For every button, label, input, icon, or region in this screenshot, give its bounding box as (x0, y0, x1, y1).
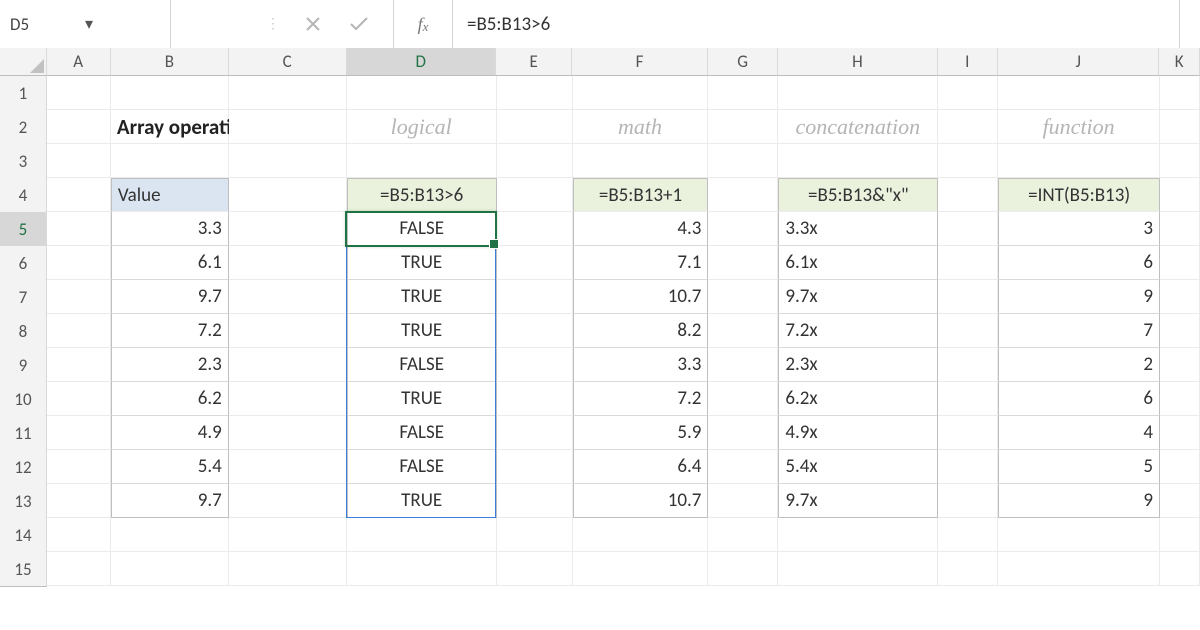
fx-icon[interactable]: fx (394, 0, 453, 48)
table-cell[interactable]: 9.7 (111, 484, 229, 518)
formula-input[interactable]: =B5:B13>6 (453, 0, 1179, 48)
table-cell[interactable]: 4.9x (778, 416, 938, 450)
select-all-corner[interactable] (0, 48, 47, 76)
table-cell[interactable]: TRUE (347, 314, 497, 348)
category-label: math (618, 114, 662, 140)
table-cell[interactable]: 8.2 (573, 314, 709, 348)
col-header[interactable]: A (47, 48, 111, 76)
table-cell[interactable]: 3.3x (778, 212, 938, 246)
table-cell[interactable]: 2.3 (111, 348, 229, 382)
table-cell[interactable]: 6.4 (573, 450, 709, 484)
row-header[interactable]: 4 (0, 178, 47, 213)
table-cell[interactable]: 9 (998, 280, 1160, 314)
row-header[interactable]: 11 (0, 416, 47, 451)
table-cell[interactable]: 2.3x (778, 348, 938, 382)
table-cell[interactable]: TRUE (347, 484, 497, 518)
table-cell[interactable]: 5.4 (111, 450, 229, 484)
table-cell[interactable]: 6.2x (778, 382, 938, 416)
table-cell[interactable]: TRUE (347, 280, 497, 314)
table-cell[interactable]: 4.9 (111, 416, 229, 450)
table-header[interactable]: =B5:B13&"x" (778, 178, 938, 212)
table-cell[interactable]: 10.7 (573, 484, 709, 518)
column-header-row: A B C D E F G H I J K (0, 48, 1200, 76)
table-header[interactable]: =B5:B13>6 (347, 178, 497, 212)
table-cell[interactable]: 6.2 (111, 382, 229, 416)
category-label: function (1043, 114, 1115, 140)
name-box-value: D5 (10, 14, 85, 35)
col-header[interactable]: E (496, 48, 572, 76)
row-header[interactable]: 5 (0, 212, 47, 247)
name-box[interactable]: D5 ▾ (0, 0, 171, 48)
row-header[interactable]: 15 (0, 552, 47, 587)
chevron-down-icon[interactable]: ▾ (85, 14, 160, 34)
confirm-button[interactable] (347, 12, 371, 36)
col-header[interactable]: F (572, 48, 708, 76)
table-cell[interactable]: 2 (998, 348, 1160, 382)
table-header[interactable]: =B5:B13+1 (573, 178, 709, 212)
table-cell[interactable]: 3.3 (111, 212, 229, 246)
table-header[interactable]: Value (111, 178, 229, 212)
grid-body[interactable]: 1 2 Array operation logical math concate… (0, 76, 1200, 586)
row-header[interactable]: 2 (0, 110, 47, 145)
table-cell[interactable]: 3 (998, 212, 1160, 246)
row-header[interactable]: 6 (0, 246, 47, 281)
table-cell[interactable]: 6 (998, 246, 1160, 280)
table-cell[interactable]: TRUE (347, 246, 497, 280)
formula-bar: D5 ▾ ⋮ fx =B5:B13>6 (0, 0, 1200, 49)
table-cell[interactable]: 3.3 (573, 348, 709, 382)
grip-icon: ⋮ (266, 21, 279, 27)
row-header[interactable]: 1 (0, 76, 47, 111)
spreadsheet-grid[interactable]: A B C D E F G H I J K 1 2 Array operatio… (0, 48, 1200, 630)
table-cell[interactable]: FALSE (347, 348, 497, 382)
row-header[interactable]: 9 (0, 348, 47, 383)
row-header[interactable]: 10 (0, 382, 47, 417)
table-cell[interactable]: TRUE (347, 382, 497, 416)
table-cell[interactable]: 5.9 (573, 416, 709, 450)
table-cell[interactable]: 6.1x (778, 246, 938, 280)
table-cell[interactable]: 9.7 (111, 280, 229, 314)
table-cell[interactable]: 6 (998, 382, 1160, 416)
table-cell[interactable]: 9 (998, 484, 1160, 518)
table-cell[interactable]: 7.2x (778, 314, 938, 348)
col-header[interactable]: G (708, 48, 778, 76)
row-header[interactable]: 8 (0, 314, 47, 349)
table-cell[interactable]: 7 (998, 314, 1160, 348)
cancel-button[interactable] (301, 12, 325, 36)
table-cell[interactable]: FALSE (347, 212, 497, 246)
col-header[interactable]: B (111, 48, 229, 76)
col-header[interactable]: K (1159, 48, 1200, 76)
table-cell[interactable]: 7.2 (111, 314, 229, 348)
row-header[interactable]: 13 (0, 484, 47, 519)
table-cell[interactable]: 4.3 (573, 212, 709, 246)
table-cell[interactable]: 4 (998, 416, 1160, 450)
row-header[interactable]: 3 (0, 144, 47, 179)
table-header[interactable]: =INT(B5:B13) (998, 178, 1160, 212)
table-cell[interactable]: 5 (998, 450, 1160, 484)
row-header[interactable]: 12 (0, 450, 47, 485)
table-cell[interactable]: 10.7 (573, 280, 709, 314)
col-header[interactable]: H (778, 48, 937, 76)
row-header[interactable]: 14 (0, 518, 47, 553)
col-header[interactable]: D (347, 48, 497, 76)
formula-bar-buttons: ⋮ (171, 0, 394, 48)
category-label: concatenation (796, 114, 921, 140)
table-cell[interactable]: 6.1 (111, 246, 229, 280)
col-header[interactable]: I (938, 48, 998, 76)
category-label: logical (391, 114, 452, 140)
table-cell[interactable]: 9.7x (778, 484, 938, 518)
table-cell[interactable]: 5.4x (778, 450, 938, 484)
table-cell[interactable]: 7.2 (573, 382, 709, 416)
table-cell[interactable]: FALSE (347, 416, 497, 450)
formula-text: =B5:B13>6 (467, 13, 550, 36)
table-cell[interactable]: 9.7x (778, 280, 938, 314)
col-header[interactable]: C (229, 48, 347, 76)
table-cell[interactable]: 7.1 (573, 246, 709, 280)
col-header[interactable]: J (998, 48, 1159, 76)
row-header[interactable]: 7 (0, 280, 47, 315)
formula-bar-expand[interactable] (1179, 0, 1200, 48)
table-cell[interactable]: FALSE (347, 450, 497, 484)
